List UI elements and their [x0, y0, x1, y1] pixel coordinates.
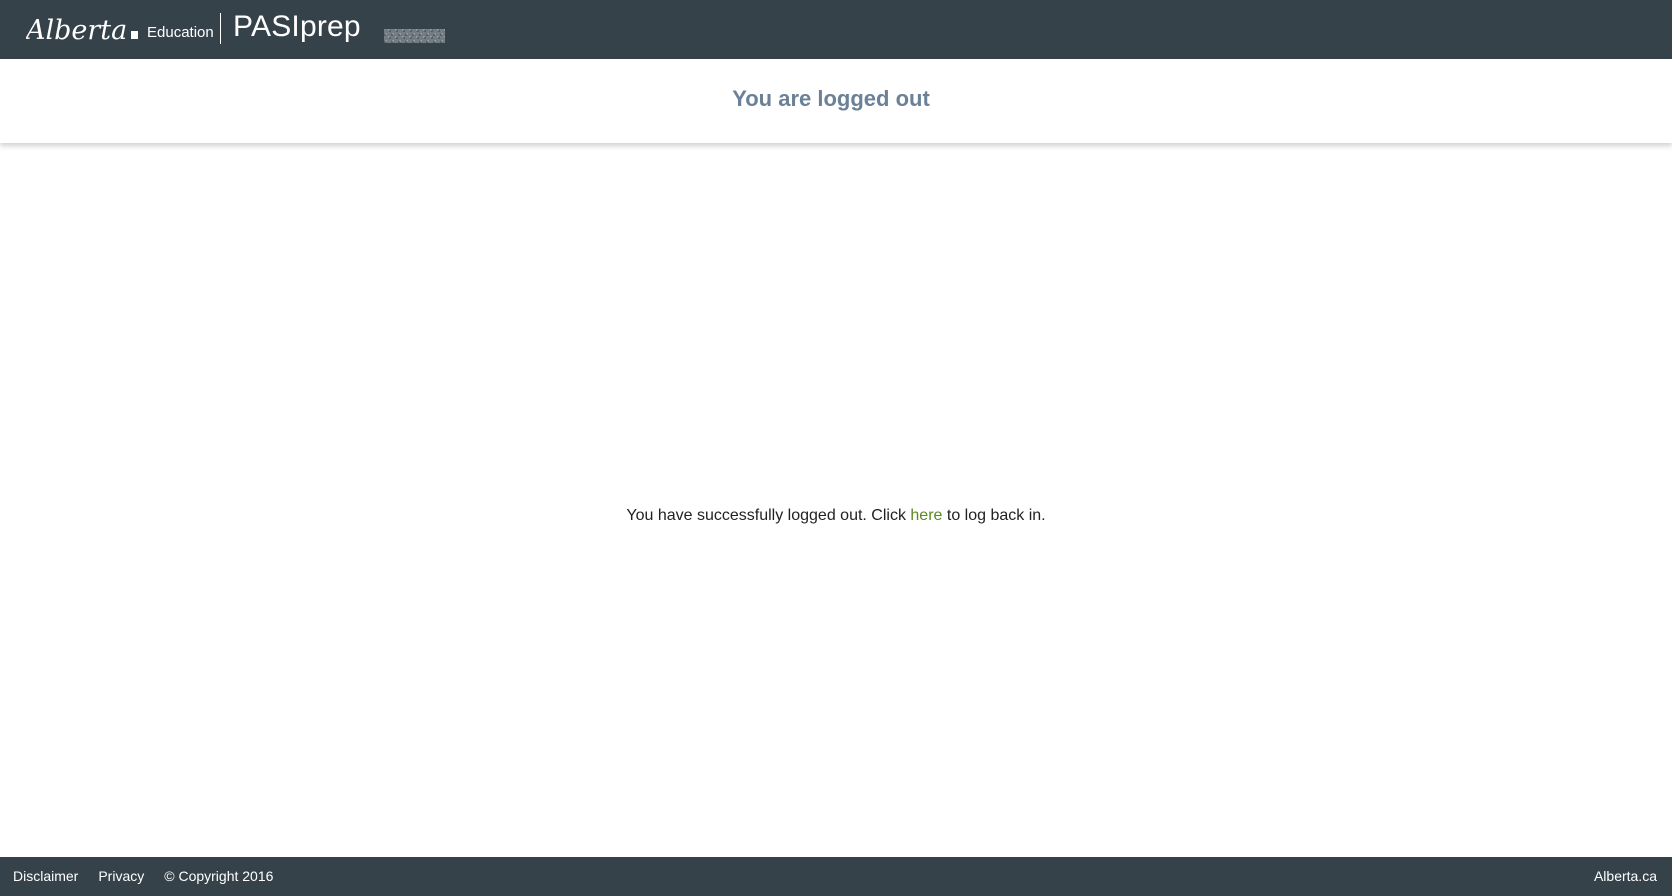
org-label: Education: [147, 24, 214, 41]
logo-divider: [220, 13, 221, 44]
footer-link-privacy[interactable]: Privacy: [98, 869, 144, 883]
redacted-user-info: [384, 29, 445, 43]
message-text-before: You have successfully logged out. Click: [626, 507, 911, 524]
app-name[interactable]: PASIprep: [233, 12, 361, 42]
svg-text:Alberta: Alberta: [26, 15, 127, 46]
top-bar: Alberta Education PASIprep: [0, 0, 1672, 59]
footer-link-alberta-ca[interactable]: Alberta.ca: [1594, 869, 1657, 883]
title-band: You are logged out: [0, 59, 1672, 143]
copyright-text: © Copyright 2016: [164, 868, 274, 884]
page-title: You are logged out: [732, 86, 930, 111]
footer-links: Disclaimer Privacy © Copyright 2016: [13, 869, 293, 883]
logout-message: You have successfully logged out. Click …: [0, 506, 1672, 526]
log-back-in-link[interactable]: here: [910, 507, 942, 524]
alberta-logo[interactable]: Alberta: [26, 10, 142, 50]
footer-link-disclaimer[interactable]: Disclaimer: [13, 869, 78, 883]
footer: Disclaimer Privacy © Copyright 2016 Albe…: [0, 857, 1672, 896]
message-text-after: to log back in.: [942, 507, 1046, 524]
